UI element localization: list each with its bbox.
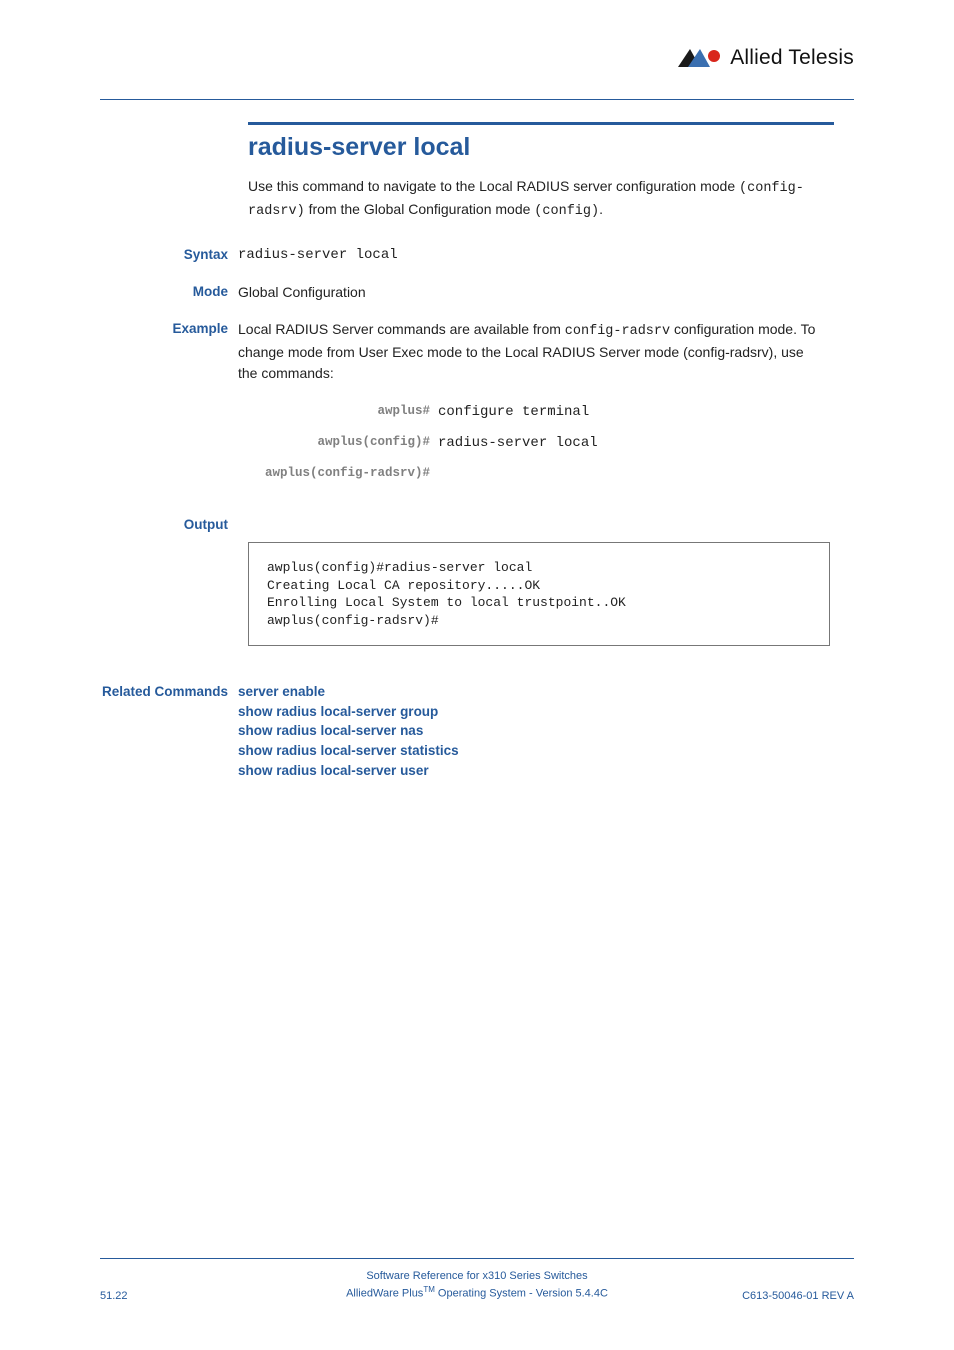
example-value: Local RADIUS Server commands are availab… — [238, 319, 818, 493]
page: Allied Telesis radius-server local Use t… — [0, 0, 954, 1350]
footer-line2-post: Operating System - Version 5.4.4C — [435, 1288, 608, 1300]
syntax-label: Syntax — [118, 245, 238, 266]
cli-line: awplus(config-radsrv)# — [238, 464, 818, 483]
output-row: Output — [248, 515, 834, 532]
related-commands-label: Related Commands — [72, 682, 238, 780]
title-rule — [248, 122, 834, 125]
example-row: Example Local RADIUS Server commands are… — [248, 319, 834, 493]
example-label: Example — [118, 319, 238, 493]
page-footer: Software Reference for x310 Series Switc… — [100, 1258, 854, 1302]
footer-tm: TM — [423, 1285, 435, 1294]
syntax-row: Syntax radius-server local — [248, 245, 834, 266]
related-link-show-group[interactable]: show radius local-server group — [238, 702, 818, 722]
related-link-server-enable[interactable]: server enable — [238, 682, 818, 702]
intro-code-2: (config) — [534, 204, 599, 219]
page-header: Allied Telesis — [100, 52, 854, 100]
related-link-show-statistics[interactable]: show radius local-server statistics — [238, 741, 818, 761]
brand-name: Allied Telesis — [730, 46, 854, 70]
intro-paragraph: Use this command to navigate to the Loca… — [248, 176, 808, 221]
cli-prompt: awplus(config)# — [238, 433, 438, 454]
footer-center: Software Reference for x310 Series Switc… — [100, 1269, 854, 1302]
example-paragraph: Local RADIUS Server commands are availab… — [238, 319, 818, 384]
footer-line2-pre: AlliedWare Plus — [346, 1288, 423, 1300]
mode-value: Global Configuration — [238, 282, 818, 303]
output-box: awplus(config)#radius-server local Creat… — [248, 542, 830, 646]
intro-text-post: . — [599, 201, 603, 217]
footer-line2: AlliedWare PlusTM Operating System - Ver… — [100, 1284, 854, 1302]
related-link-show-nas[interactable]: show radius local-server nas — [238, 721, 818, 741]
footer-page-number: 51.22 — [100, 1290, 128, 1302]
syntax-value: radius-server local — [238, 245, 818, 266]
cli-line: awplus(config)# radius-server local — [238, 433, 818, 454]
related-commands-links: server enable show radius local-server g… — [238, 682, 818, 780]
cli-prompt: awplus(config-radsrv)# — [238, 464, 438, 483]
intro-text-mid: from the Global Configuration mode — [305, 201, 535, 217]
output-label: Output — [118, 515, 238, 532]
example-text-pre: Local RADIUS Server commands are availab… — [238, 321, 565, 337]
intro-text-pre: Use this command to navigate to the Loca… — [248, 178, 739, 194]
related-link-show-user[interactable]: show radius local-server user — [238, 761, 818, 781]
cli-block: awplus# configure terminal awplus(config… — [238, 402, 818, 483]
allied-telesis-mark-icon — [678, 47, 724, 69]
cli-command: configure terminal — [438, 402, 589, 423]
cli-line: awplus# configure terminal — [238, 402, 818, 423]
brand-logo: Allied Telesis — [678, 46, 854, 70]
mode-label: Mode — [118, 282, 238, 303]
cli-command: radius-server local — [438, 433, 598, 454]
footer-revision: C613-50046-01 REV A — [742, 1290, 854, 1302]
content-area: radius-server local Use this command to … — [248, 122, 834, 796]
example-code: config-radsrv — [565, 324, 670, 339]
mode-row: Mode Global Configuration — [248, 282, 834, 303]
related-commands-row: Related Commands server enable show radi… — [248, 682, 834, 780]
footer-line1: Software Reference for x310 Series Switc… — [100, 1269, 854, 1284]
page-title: radius-server local — [248, 133, 834, 162]
cli-prompt: awplus# — [238, 402, 438, 423]
